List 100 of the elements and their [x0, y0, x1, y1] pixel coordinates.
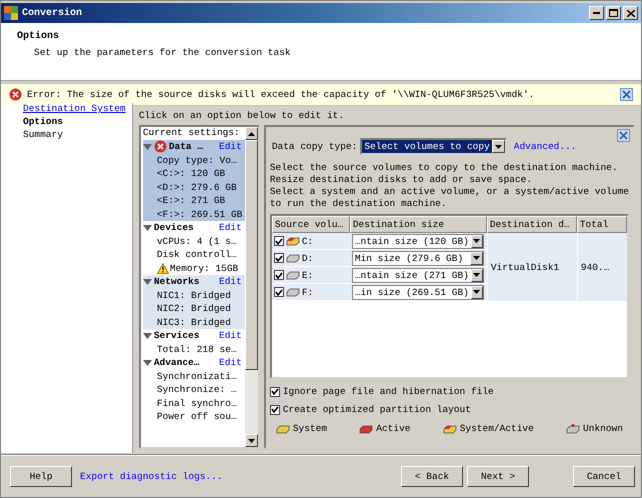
- setting-value: <C:>: 120 GB: [156, 168, 226, 180]
- volume-label: D:: [302, 252, 314, 264]
- setting-value: <F:>: 269.51 GB: [156, 208, 242, 220]
- caret-icon: [473, 239, 480, 243]
- edit-link[interactable]: Edit: [219, 330, 242, 342]
- nav-item[interactable]: Summary: [23, 129, 132, 140]
- section-title: Advance…: [154, 357, 200, 368]
- size-dropdown[interactable]: Min size (279.6 GB): [352, 250, 484, 266]
- setting-value: Power off sou…: [156, 411, 237, 422]
- option-label: Ignore page file and hibernation file: [282, 386, 494, 397]
- setting-value: Final synchro…: [156, 398, 237, 409]
- column-header[interactable]: Destination d…: [486, 216, 577, 233]
- column-header[interactable]: Total: [576, 216, 627, 233]
- checkbox[interactable]: [270, 386, 280, 396]
- edit-link[interactable]: Edit: [219, 222, 242, 234]
- legend-label: Unknown: [583, 423, 623, 434]
- edit-link[interactable]: Edit: [219, 357, 242, 368]
- error-message: Error: The size of the source disks will exceed the capacity of '\\WIN-QLUM6F3R525\vmdk'.: [27, 89, 536, 100]
- edit-link[interactable]: Edit: [219, 141, 242, 152]
- setting-value: <E:>: 271 GB: [156, 195, 226, 206]
- instruction-text: Click on an option below to edit it.: [138, 110, 346, 121]
- minimize-button[interactable]: [589, 6, 604, 20]
- column-header[interactable]: Destination size: [350, 216, 487, 233]
- check-icon: [270, 388, 279, 395]
- next-button[interactable]: Next >: [467, 466, 529, 487]
- collapse-icon[interactable]: [142, 224, 152, 231]
- description-line: Select a system and an active volume, or a system/active volume: [270, 186, 629, 198]
- export-logs-link[interactable]: Export diagnostic logs...: [80, 471, 223, 482]
- section-title: Networks: [154, 276, 200, 288]
- section-title: Data …: [168, 141, 204, 152]
- description-line: Resize destination disks to add or save space.: [270, 174, 534, 186]
- nav-item[interactable]: Destination System: [23, 103, 132, 114]
- caret-icon: [472, 256, 480, 260]
- caret-up-icon: [248, 132, 255, 136]
- check-icon: [274, 288, 283, 296]
- advanced-link[interactable]: Advanced...: [514, 141, 576, 152]
- settings-heading: Current settings:: [142, 127, 241, 140]
- cancel-button[interactable]: Cancel: [573, 466, 635, 487]
- settings-section[interactable]: Services Edit Total: 218 se…: [142, 329, 245, 356]
- volume-cell[interactable]: C:: [272, 233, 350, 250]
- help-button[interactable]: Help: [10, 466, 72, 487]
- page-title: Options: [17, 31, 60, 42]
- minimize-icon: [593, 12, 600, 14]
- caret-icon: [248, 438, 255, 442]
- volume-label: C:: [302, 236, 314, 246]
- description-line: to run the destination machine.: [270, 198, 448, 210]
- page-subtitle: Set up the parameters for the conversion task: [33, 47, 292, 58]
- section-title: Devices: [154, 222, 195, 234]
- close-icon: [626, 10, 634, 16]
- volume-label: F:: [302, 286, 314, 298]
- size-dropdown[interactable]: …ntain size (120 GB): [352, 234, 484, 248]
- edit-link[interactable]: Edit: [219, 276, 242, 288]
- setting-value: Memory: 15GB: [170, 262, 238, 274]
- check-icon: [274, 272, 283, 278]
- table-cell: VirtualDisk1: [486, 233, 577, 301]
- setting-value: <D:>: 279.6 GB: [156, 182, 237, 193]
- collapse-icon[interactable]: [142, 144, 152, 150]
- scrollbar[interactable]: [244, 127, 258, 447]
- settings-section[interactable]: Data … Edit Copy type: Vo… <C:>: 120 GB <D:>: 279.6 GB <E:>: 271 GB <F:>: 269.51 GB: [142, 140, 245, 221]
- close-icon: [619, 131, 628, 140]
- check-icon: [274, 254, 283, 262]
- volume-label: E:: [302, 270, 314, 280]
- setting-value: Copy type: Vo…: [156, 154, 237, 166]
- collapse-icon[interactable]: [142, 360, 152, 366]
- checkbox[interactable]: [274, 287, 284, 297]
- size-dropdown[interactable]: …ntain size (271 GB): [352, 268, 484, 282]
- maximize-icon: [609, 9, 618, 17]
- back-button[interactable]: < Back: [401, 466, 463, 487]
- legend-label: System/Active: [460, 423, 534, 434]
- nav-item[interactable]: Options: [23, 116, 132, 127]
- description-line: Select the source volumes to copy to the destination machine.: [270, 162, 619, 174]
- collapse-icon[interactable]: [142, 332, 152, 339]
- volume-cell[interactable]: F:: [272, 284, 350, 301]
- settings-section[interactable]: Networks Edit NIC1: Bridged NIC2: Bridged NIC3: Bridged: [142, 275, 245, 329]
- check-icon: [274, 238, 283, 244]
- window-title: Conversion: [22, 8, 84, 18]
- collapse-icon[interactable]: [142, 278, 152, 285]
- checkbox[interactable]: [270, 404, 280, 414]
- volume-cell[interactable]: D:: [272, 250, 350, 267]
- setting-value: NIC3: Bridged: [156, 316, 231, 328]
- copy-type-label: Data copy type:: [272, 141, 358, 152]
- app-icon: [4, 6, 18, 20]
- copy-type-dropdown[interactable]: Select volumes to copy: [360, 138, 507, 155]
- caret-icon: [473, 290, 480, 294]
- settings-section[interactable]: Advance… Edit Synchronizati… Synchronize: … Final synchro… Power off sou…: [142, 356, 245, 424]
- volume-cell[interactable]: E:: [272, 267, 350, 284]
- maximize-button[interactable]: [606, 6, 621, 20]
- close-icon: [622, 90, 631, 99]
- caret-icon: [473, 273, 480, 277]
- size-dropdown[interactable]: …in size (269.51 GB): [352, 284, 484, 300]
- checkbox[interactable]: [274, 253, 284, 263]
- error-icon: [9, 88, 22, 101]
- settings-section[interactable]: Devices Edit vCPUs: 4 (1 s… Disk controll… Memory: 15GB: [142, 221, 245, 275]
- setting-value: vCPUs: 4 (1 s…: [156, 236, 237, 247]
- setting-value: Synchronizati…: [156, 370, 237, 382]
- checkbox[interactable]: [274, 236, 284, 246]
- column-header[interactable]: Source volu…: [272, 216, 350, 233]
- legend-label: Active: [376, 423, 410, 434]
- table-cell: 940.…: [576, 233, 627, 301]
- checkbox[interactable]: [274, 270, 284, 280]
